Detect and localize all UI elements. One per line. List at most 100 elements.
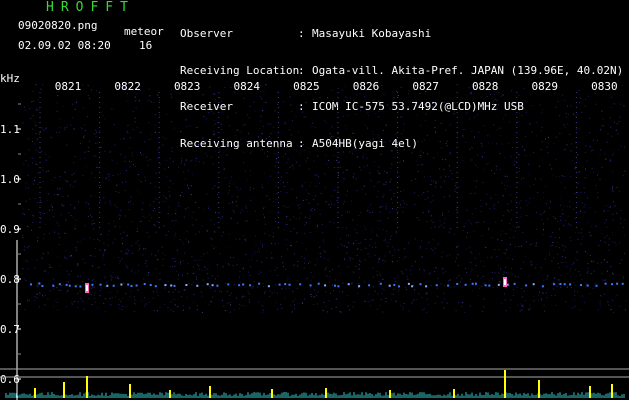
time-tick-label: 0823 — [174, 80, 201, 93]
noise-pixel — [297, 204, 299, 206]
noise-pixel — [407, 106, 409, 108]
noise-pixel — [206, 252, 208, 254]
noise-pixel — [265, 223, 266, 225]
noise-pixel — [157, 259, 159, 261]
noise-pixel — [610, 309, 612, 311]
noise-pixel — [525, 199, 527, 201]
noise-pixel — [262, 246, 264, 248]
noise-pixel — [210, 237, 212, 239]
noise-pixel — [340, 238, 341, 240]
noise-pixel — [114, 225, 116, 227]
noise-pixel — [563, 124, 565, 126]
noise-pixel — [244, 220, 246, 222]
noise-pixel — [229, 294, 231, 296]
noise-pixel — [114, 238, 116, 240]
noise-pixel — [533, 300, 535, 302]
noise-pixel — [452, 113, 454, 115]
noise-pixel — [453, 113, 455, 115]
noise-pixel — [197, 305, 198, 307]
noise-pixel — [145, 303, 147, 305]
noise-pixel — [136, 93, 138, 95]
noise-pixel — [373, 134, 375, 136]
noise-pixel — [474, 284, 476, 286]
carrier-trace-dot — [258, 282, 261, 285]
noise-pixel — [202, 285, 204, 287]
noise-pixel — [367, 128, 369, 130]
noise-pixel — [440, 283, 442, 285]
noise-pixel — [565, 113, 567, 114]
noise-pixel — [307, 148, 309, 150]
noise-pixel — [608, 304, 610, 306]
noise-pixel — [308, 185, 310, 187]
noise-pixel — [147, 274, 149, 276]
noise-pixel — [95, 155, 97, 157]
noise-pixel — [99, 289, 101, 291]
noise-pixel — [344, 85, 346, 87]
noise-pixel — [187, 263, 189, 265]
noise-pixel — [588, 231, 590, 233]
noise-pixel — [456, 84, 458, 86]
noise-pixel — [210, 287, 212, 289]
noise-pixel — [593, 270, 595, 272]
noise-pixel — [458, 186, 460, 188]
noise-pixel — [309, 151, 311, 153]
noise-pixel — [583, 187, 585, 189]
noise-pixel — [144, 216, 146, 218]
noise-pixel — [398, 176, 400, 178]
noise-pixel — [421, 193, 423, 195]
noise-pixel — [410, 273, 412, 275]
noise-pixel — [162, 144, 164, 146]
noise-pixel — [290, 104, 292, 106]
noise-pixel — [573, 208, 575, 210]
carrier-trace-dot — [488, 284, 491, 287]
noise-pixel — [329, 221, 331, 223]
noise-pixel — [33, 120, 35, 122]
noise-pixel — [106, 234, 108, 236]
noise-pixel — [108, 179, 110, 181]
noise-pixel — [154, 186, 156, 188]
noise-pixel — [474, 257, 476, 259]
noise-pixel — [134, 96, 136, 98]
noise-pixel — [556, 285, 558, 287]
noise-pixel — [488, 227, 490, 229]
noise-pixel — [513, 225, 515, 227]
noise-pixel — [332, 135, 334, 137]
noise-pixel — [223, 168, 225, 170]
noise-pixel — [269, 212, 271, 214]
noise-pixel — [531, 131, 533, 133]
noise-pixel — [195, 158, 197, 159]
noise-pixel — [323, 120, 325, 122]
noise-pixel — [389, 108, 391, 110]
noise-pixel — [584, 204, 586, 206]
noise-pixel — [156, 220, 158, 222]
noise-pixel — [319, 97, 321, 98]
noise-pixel — [619, 305, 621, 307]
noise-pixel — [440, 122, 442, 124]
noise-pixel — [219, 155, 221, 157]
noise-pixel — [512, 294, 514, 296]
carrier-trace-dot — [358, 285, 361, 288]
noise-pixel — [565, 257, 567, 258]
noise-pixel — [56, 110, 58, 112]
noise-pixel — [284, 121, 286, 123]
noise-pixel — [523, 290, 525, 292]
noise-pixel — [610, 266, 612, 268]
noise-pixel — [503, 252, 505, 254]
noise-pixel — [70, 124, 72, 126]
noise-pixel — [127, 250, 129, 252]
noise-pixel — [238, 189, 240, 191]
noise-pixel — [83, 136, 85, 138]
noise-pixel — [117, 173, 119, 175]
spectrogram: 1.11.00.90.80.70.60821 0822 0823 0824 0825 08… — [0, 80, 629, 400]
noise-pixel — [169, 265, 171, 267]
noise-pixel — [77, 293, 79, 295]
noise-pixel — [434, 120, 436, 122]
noise-pixel — [376, 182, 378, 184]
noise-pixel — [74, 181, 76, 183]
noise-pixel — [413, 192, 415, 194]
noise-pixel — [293, 264, 295, 266]
noise-pixel — [156, 288, 158, 290]
noise-pixel — [494, 272, 496, 274]
noise-pixel — [475, 186, 477, 188]
noise-pixel — [254, 210, 256, 212]
